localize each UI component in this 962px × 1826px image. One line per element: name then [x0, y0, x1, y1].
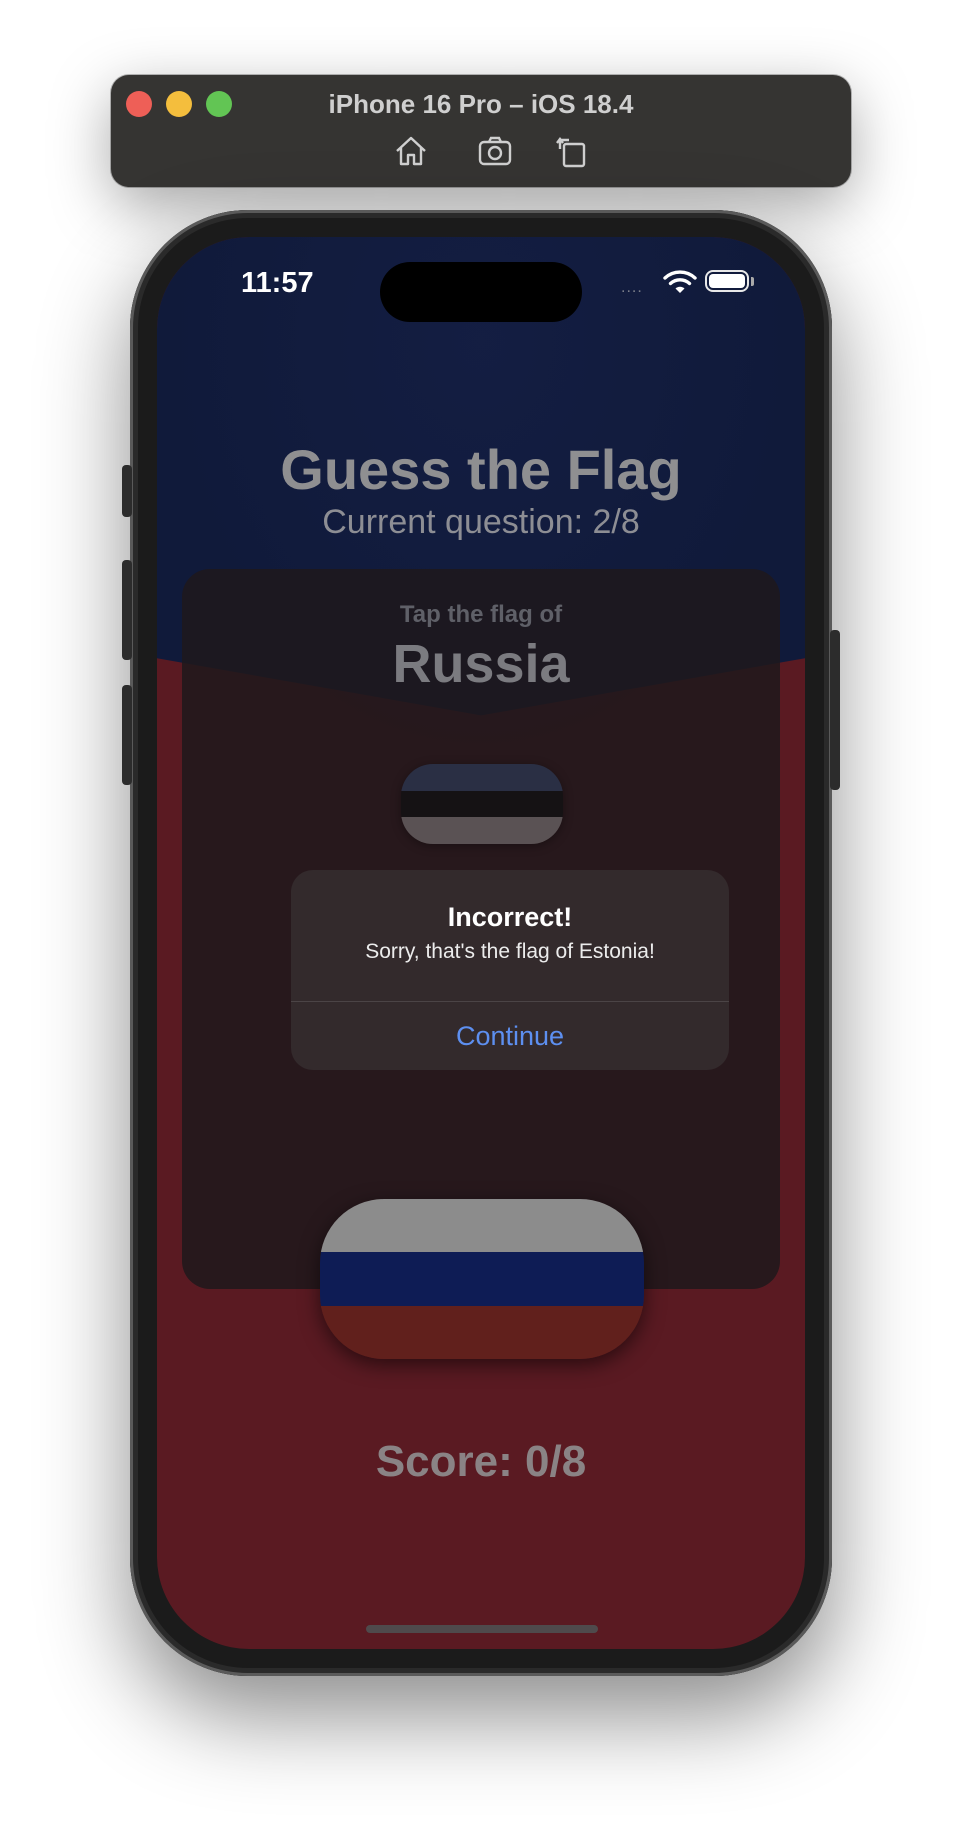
signal-icon: .... — [621, 279, 643, 296]
country-name: Russia — [392, 634, 570, 694]
question-counter: Current question: 2/8 — [322, 503, 640, 541]
battery-icon — [705, 270, 749, 292]
volume-down-button — [122, 685, 132, 785]
power-button — [830, 630, 840, 790]
alert-title: Incorrect! — [447, 902, 573, 932]
flag-stripe — [401, 764, 563, 791]
incorrect-alert: Incorrect! Sorry, that's the flag of Est… — [291, 870, 729, 1070]
home-icon[interactable] — [391, 131, 431, 171]
status-time: 11:57 — [241, 267, 314, 299]
rotate-icon[interactable] — [551, 131, 591, 171]
screenshot-icon[interactable] — [475, 131, 515, 171]
flag-russia-button[interactable] — [320, 1199, 644, 1359]
flag-stripe — [401, 790, 563, 818]
simulator-title: iPhone 16 Pro – iOS 18.4 — [328, 89, 634, 119]
phone-screen: 11:57 .... Guess the Flag Current questi… — [157, 237, 805, 1649]
dynamic-island — [380, 262, 582, 322]
wifi-icon — [663, 269, 697, 295]
iphone-device: 11:57 .... Guess the Flag Current questi… — [122, 210, 840, 1676]
prompt-label: Tap the flag of — [399, 601, 563, 628]
flag-stripe — [320, 1199, 644, 1253]
action-button — [122, 465, 132, 517]
simulator-toolbar: iPhone 16 Pro – iOS 18.4 — [111, 75, 851, 187]
flag-estonia-button[interactable] — [401, 764, 563, 844]
home-indicator[interactable] — [366, 1625, 598, 1633]
score-label: Score: 0/8 — [375, 1437, 587, 1486]
flag-stripe — [320, 1252, 644, 1306]
page-title: Guess the Flag — [280, 438, 682, 501]
volume-up-button — [122, 560, 132, 660]
continue-button[interactable]: Continue — [291, 1002, 729, 1070]
alert-message: Sorry, that's the flag of Estonia! — [365, 940, 655, 963]
flag-stripe — [401, 817, 563, 844]
flag-stripe — [320, 1305, 644, 1359]
